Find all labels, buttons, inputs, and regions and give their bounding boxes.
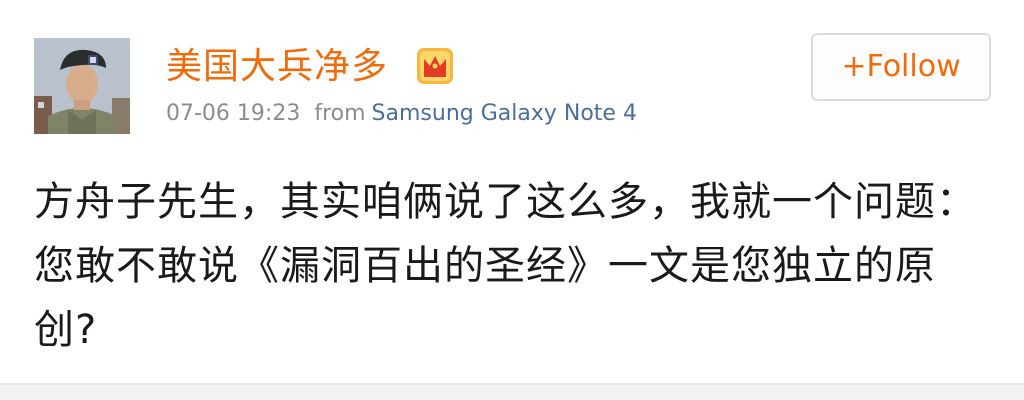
avatar-image	[34, 38, 130, 134]
follow-button[interactable]: +Follow	[811, 33, 991, 101]
source-link[interactable]: Samsung Galaxy Note 4	[372, 101, 637, 126]
crown-badge-icon[interactable]	[416, 47, 454, 85]
avatar[interactable]	[34, 38, 130, 134]
post-meta: 07-06 19:23 from Samsung Galaxy Note 4	[166, 99, 637, 129]
post-time: 07-06 19:23	[166, 101, 301, 126]
from-label: from	[314, 101, 366, 126]
weibo-post-card: 美国大兵净多 07-06 19:23 from Samsung Galaxy Not…	[0, 0, 1024, 400]
bottom-strip	[0, 385, 1024, 400]
author-name[interactable]: 美国大兵净多	[166, 42, 388, 92]
post-content: 方舟子先生，其实咱俩说了这么多，我就一个问题：您敢不敢说《漏洞百出的圣经》一文是…	[34, 179, 977, 353]
